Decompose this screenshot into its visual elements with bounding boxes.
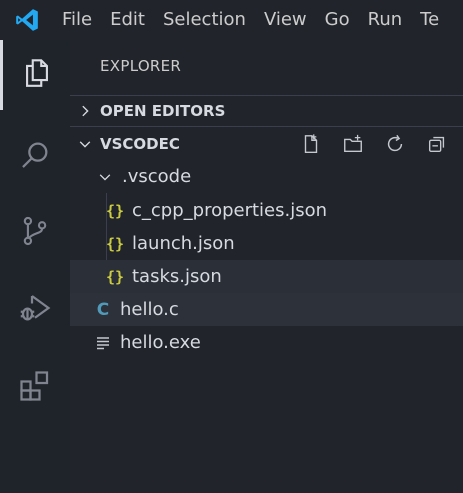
explorer-activity-button[interactable]	[0, 40, 70, 110]
menu-run[interactable]: Run	[359, 0, 412, 40]
refresh-icon[interactable]	[381, 130, 409, 158]
menu-terminal[interactable]: Te	[411, 0, 448, 40]
tree-file-launch[interactable]: {} launch.json	[70, 227, 463, 260]
extensions-icon	[17, 368, 53, 408]
tree-folder-vscode[interactable]: .vscode	[70, 160, 463, 193]
tree-file-hello-exe[interactable]: hello.exe	[70, 326, 463, 359]
explorer-sidebar: EXPLORER OPEN EDITORS VSCODEC .vscode {}…	[70, 40, 463, 493]
files-icon	[20, 56, 54, 94]
json-file-icon: {}	[105, 234, 125, 253]
chevron-down-icon	[70, 128, 100, 160]
tree-item-label: c_cpp_properties.json	[132, 200, 328, 221]
workspace-folder-label: VSCODEC	[100, 135, 180, 153]
run-debug-activity-button[interactable]	[0, 275, 70, 345]
tree-file-tasks[interactable]: {} tasks.json	[70, 260, 463, 293]
menu-go[interactable]: Go	[316, 0, 359, 40]
tree-item-label: hello.c	[120, 299, 179, 320]
chevron-down-icon	[94, 170, 116, 184]
title-bar: File Edit Selection View Go Run Te	[0, 0, 463, 40]
menu-selection[interactable]: Selection	[154, 0, 255, 40]
search-icon	[18, 138, 52, 176]
chevron-right-icon	[70, 95, 100, 127]
json-file-icon: {}	[105, 201, 125, 220]
json-file-icon: {}	[105, 267, 125, 286]
source-control-activity-button[interactable]	[0, 198, 70, 268]
new-folder-icon[interactable]	[339, 130, 367, 158]
open-editors-section-header[interactable]: OPEN EDITORS	[70, 95, 463, 127]
explorer-actions	[297, 128, 451, 160]
tree-item-label: launch.json	[132, 233, 235, 254]
vscode-logo-icon	[0, 0, 54, 40]
tree-file-c-cpp-properties[interactable]: {} c_cpp_properties.json	[70, 194, 463, 227]
run-debug-icon	[17, 290, 53, 330]
open-editors-label: OPEN EDITORS	[100, 102, 226, 120]
explorer-title: EXPLORER	[100, 57, 182, 75]
activity-bar	[0, 40, 70, 493]
tree-item-label: hello.exe	[120, 332, 201, 353]
tree-file-hello-c[interactable]: C hello.c	[70, 293, 463, 326]
new-file-icon[interactable]	[297, 130, 325, 158]
source-control-icon	[18, 214, 52, 252]
workspace-folder-header[interactable]: VSCODEC	[70, 128, 463, 160]
extensions-activity-button[interactable]	[0, 353, 70, 423]
collapse-all-icon[interactable]	[423, 130, 451, 158]
search-activity-button[interactable]	[0, 122, 70, 192]
menu-view[interactable]: View	[255, 0, 316, 40]
tree-item-label: .vscode	[122, 166, 192, 187]
menu-file[interactable]: File	[54, 0, 101, 40]
menu-edit[interactable]: Edit	[101, 0, 154, 40]
menu-bar: File Edit Selection View Go Run Te	[54, 0, 448, 40]
tree-item-label: tasks.json	[132, 266, 222, 287]
binary-file-icon	[92, 335, 114, 351]
c-file-icon: C	[96, 299, 110, 320]
